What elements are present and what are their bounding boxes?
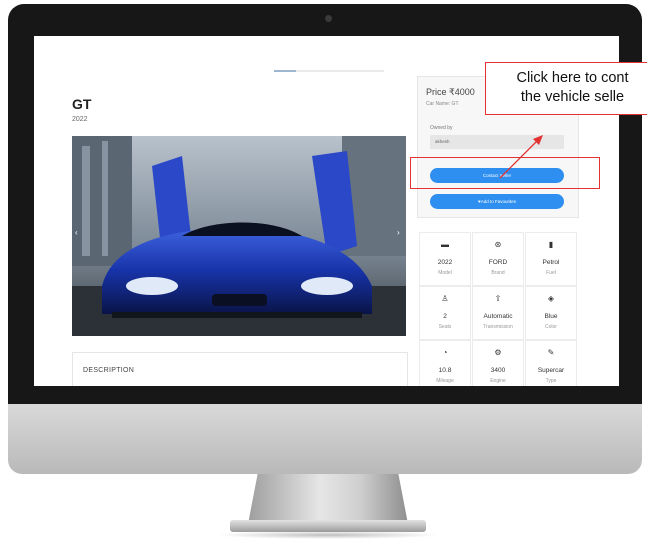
annotation-callout: Click here to cont the vehicle selle: [485, 62, 647, 115]
contact-button-highlight: [410, 157, 600, 189]
callout-line-1: Click here to cont: [516, 70, 629, 86]
callout-line-2: the vehicle selle: [520, 89, 625, 105]
